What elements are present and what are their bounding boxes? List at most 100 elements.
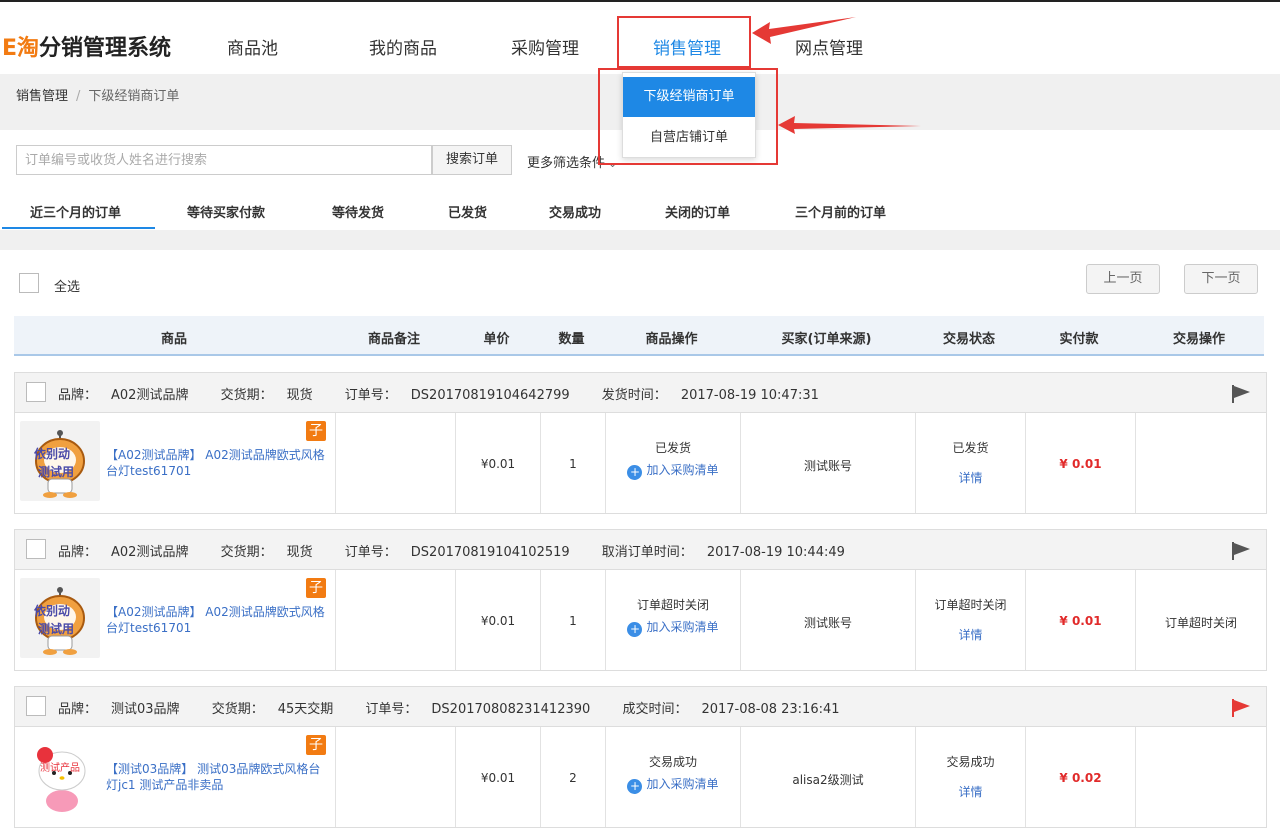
dropdown-item-sub-dealer-orders[interactable]: 下级经销商订单 [623, 77, 755, 117]
cell-remark [336, 413, 456, 513]
product-title-link[interactable]: 【A02测试品牌】 A02测试品牌欧式风格台灯test61701 [106, 604, 328, 636]
dropdown-item-own-store-orders[interactable]: 自营店铺订单 [623, 118, 755, 158]
order-search-input[interactable] [16, 145, 432, 175]
order-detail-link[interactable]: 详情 [916, 469, 1025, 486]
order-card: 品牌： A02测试品牌 交货期： 现货 订单号： DS2017081910410251… [14, 529, 1267, 671]
delivery-value: 现货 [286, 388, 313, 403]
cell-quantity: 1 [541, 570, 606, 670]
buyer-name: alisa2级测试 [792, 773, 864, 787]
prev-page-button[interactable]: 上一页 [1086, 264, 1160, 294]
order-detail-link[interactable]: 详情 [916, 626, 1025, 643]
order-meta: 品牌： 测试03品牌 交货期： 45天交期 订单号： DS20170808231412… [58, 698, 868, 717]
order-header: 品牌： A02测试品牌 交货期： 现货 订单号： DS2017081910464279… [15, 373, 1266, 413]
product-thumbnail[interactable]: 依别动 测试用 [20, 578, 100, 658]
cell-buyer: 测试账号 [741, 413, 916, 513]
order-time-value: 2017-08-08 23:16:41 [701, 702, 840, 717]
order-number: 订单号： DS20170819104102519 [345, 545, 584, 560]
order-row: 测试产品 子 【测试03品牌】 测试03品牌欧式风格台灯jc1 测试产品非卖品 … [15, 727, 1266, 827]
order-select-checkbox[interactable] [26, 382, 46, 402]
brand-value: A02测试品牌 [111, 545, 189, 560]
product-thumbnail[interactable]: 测试产品 [20, 735, 100, 815]
app-logo[interactable]: E淘分销管理系统 [2, 30, 171, 62]
product-title-link[interactable]: 【测试03品牌】 测试03品牌欧式风格台灯jc1 测试产品非卖品 [106, 761, 328, 793]
product-thumbnail[interactable]: 依别动 测试用 [20, 421, 100, 501]
tab-awaiting-payment[interactable]: 等待买家付款 [187, 202, 265, 221]
select-all-checkbox[interactable] [19, 273, 39, 293]
nav-item-sales[interactable]: 销售管理 [653, 34, 721, 59]
search-orders-button[interactable]: 搜索订单 [432, 145, 512, 175]
cell-buyer: 测试账号 [741, 570, 916, 670]
product-title-link[interactable]: 【A02测试品牌】 A02测试品牌欧式风格台灯test61701 [106, 447, 328, 479]
brand-label: 品牌： [58, 702, 98, 717]
breadcrumb-root[interactable]: 销售管理 [16, 89, 68, 104]
cell-trade-action [1136, 727, 1266, 827]
order-delivery: 交货期： 45天交期 [212, 702, 348, 717]
order-delivery: 交货期： 现货 [221, 545, 327, 560]
order-time-label: 取消订单时间： [601, 545, 693, 560]
quantity: 2 [569, 771, 577, 785]
nav-item-purchase[interactable]: 采购管理 [511, 34, 579, 59]
column-header-product-action: 商品操作 [645, 332, 698, 347]
cell-price: ¥0.01 [456, 727, 541, 827]
column-header-quantity: 数量 [558, 332, 585, 347]
order-time: 发货时间： 2017-08-19 10:47:31 [602, 388, 833, 403]
flag-icon[interactable] [1230, 698, 1252, 718]
add-to-purchase-label: 加入采购清单 [646, 463, 719, 477]
column-header-trade-action: 交易操作 [1172, 332, 1225, 347]
thumbnail-caption-line-1: 依别动 [34, 447, 71, 461]
tab-closed[interactable]: 关闭的订单 [665, 202, 730, 221]
nav-item-product-pool[interactable]: 商品池 [227, 34, 278, 59]
tab-older-orders[interactable]: 三个月前的订单 [795, 202, 886, 221]
brand-label: 品牌： [58, 545, 98, 560]
cell-trade-action: 订单超时关闭 [1136, 570, 1266, 670]
order-table-header: 商品 商品备注 单价 数量 商品操作 买家(订单来源) 交易状态 实付款 交易操… [14, 316, 1264, 356]
paid-amount: ¥ 0.01 [1059, 614, 1102, 628]
more-filters-toggle[interactable]: 更多筛选条件 ⌄ [527, 152, 617, 171]
logo-text: 分销管理系统 [39, 36, 172, 61]
order-no-value: DS20170819104102519 [410, 545, 570, 560]
order-brand: 品牌： A02测试品牌 [58, 388, 202, 403]
order-select-checkbox[interactable] [26, 539, 46, 559]
cell-quantity: 1 [541, 413, 606, 513]
order-no-label: 订单号： [344, 388, 397, 403]
thumbnail-caption-line-1: 依别动 [34, 604, 71, 618]
order-time-value: 2017-08-19 10:47:31 [680, 388, 819, 403]
tab-recent-three-months[interactable]: 近三个月的订单 [30, 202, 121, 221]
order-detail-link[interactable]: 详情 [916, 783, 1025, 800]
sub-order-badge: 子 [306, 421, 326, 441]
tab-completed[interactable]: 交易成功 [549, 202, 601, 221]
order-select-checkbox[interactable] [26, 696, 46, 716]
tab-awaiting-shipment[interactable]: 等待发货 [332, 202, 384, 221]
plus-circle-icon: + [627, 465, 643, 480]
order-meta: 品牌： A02测试品牌 交货期： 现货 订单号： DS2017081910410251… [58, 541, 873, 560]
cell-trade-status: 订单超时关闭 详情 [916, 570, 1026, 670]
order-no-value: DS20170808231412390 [431, 702, 591, 717]
delivery-label: 交货期： [220, 388, 273, 403]
cell-product-action: 订单超时关闭 + 加入采购清单 [606, 570, 741, 670]
add-to-purchase-list-link[interactable]: + 加入采购清单 [606, 618, 740, 637]
cell-quantity: 2 [541, 727, 606, 827]
logo-prefix: E淘 [2, 36, 40, 61]
flag-icon[interactable] [1230, 384, 1252, 404]
tab-shipped[interactable]: 已发货 [448, 202, 487, 221]
order-header: 品牌： A02测试品牌 交货期： 现货 订单号： DS2017081910410251… [15, 530, 1266, 570]
select-all-label: 全选 [54, 280, 81, 295]
cell-product: 依别动 测试用 子 【A02测试品牌】 A02测试品牌欧式风格台灯test617… [15, 570, 336, 670]
cell-remark [336, 570, 456, 670]
add-to-purchase-list-link[interactable]: + 加入采购清单 [606, 461, 740, 480]
order-time-label: 成交时间： [622, 702, 688, 717]
trade-status: 订单超时关闭 [934, 598, 1007, 612]
nav-item-my-products[interactable]: 我的商品 [369, 34, 437, 59]
cell-product-action: 已发货 + 加入采购清单 [606, 413, 741, 513]
brand-value: A02测试品牌 [111, 388, 189, 403]
next-page-button[interactable]: 下一页 [1184, 264, 1258, 294]
column-header-buyer: 买家(订单来源) [781, 332, 872, 347]
order-time: 成交时间： 2017-08-08 23:16:41 [622, 702, 853, 717]
delivery-label: 交货期： [211, 702, 264, 717]
flag-icon[interactable] [1230, 541, 1252, 561]
nav-item-outlets[interactable]: 网点管理 [795, 34, 863, 59]
breadcrumb-current: 下级经销商订单 [88, 89, 180, 104]
active-tab-indicator [2, 227, 155, 229]
add-to-purchase-list-link[interactable]: + 加入采购清单 [606, 775, 740, 794]
unit-price: ¥0.01 [480, 457, 516, 471]
